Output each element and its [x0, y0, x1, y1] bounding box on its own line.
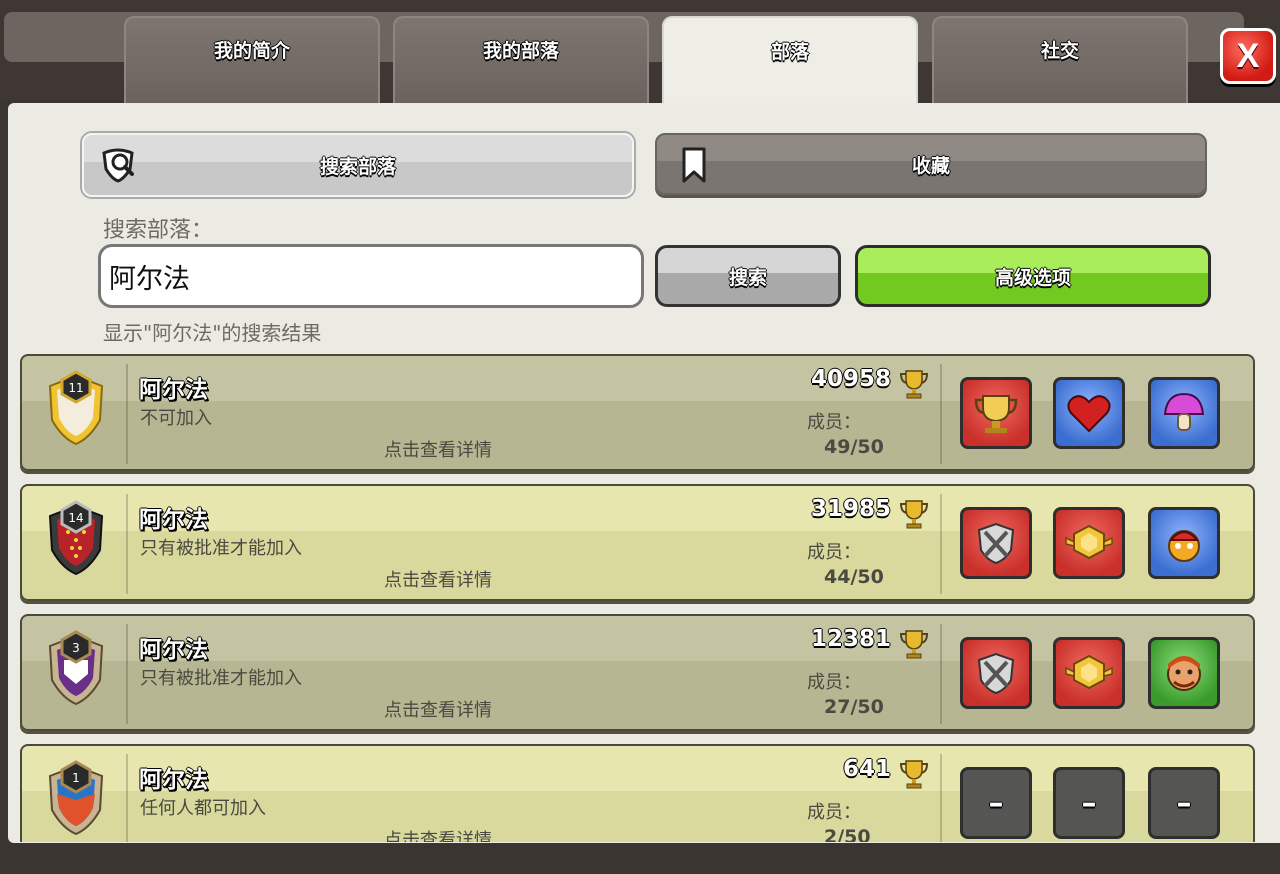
- tab-label: 部落: [770, 40, 809, 63]
- clan-label-tile: [1053, 637, 1125, 709]
- empty-label-icon: –: [1081, 785, 1097, 821]
- view-details-link[interactable]: 点击查看详情: [384, 436, 492, 462]
- mushroom-icon: [1163, 392, 1205, 431]
- clan-label-tile-empty: –: [1148, 767, 1220, 839]
- heart-icon: [1067, 395, 1111, 433]
- clan-name: 阿尔法: [139, 377, 208, 403]
- row-divider: [940, 364, 942, 464]
- empty-label-icon: –: [988, 785, 1004, 821]
- search-button-label: 搜索: [728, 266, 767, 289]
- clan-label-tile: [1148, 637, 1220, 709]
- clan-label-tile: [1148, 377, 1220, 449]
- clan-name: 阿尔法: [139, 767, 208, 793]
- clan-badge-icon: 14: [48, 500, 104, 576]
- clan-label-tile: [960, 377, 1032, 449]
- row-divider: [940, 494, 942, 594]
- clan-trophies: 641: [842, 756, 891, 782]
- balloon-icon: [1168, 530, 1200, 562]
- clan-result-row[interactable]: 11 阿尔法 不可加入 点击查看详情 40958 成员： 49/50: [20, 354, 1255, 471]
- row-divider: [940, 624, 942, 724]
- league-emblem-icon: [1065, 524, 1113, 560]
- favorites-label: 收藏: [911, 154, 950, 177]
- trophy-icon: [899, 630, 929, 659]
- tab-my-clan[interactable]: 我的部落: [393, 16, 649, 106]
- clan-label-tile: [1053, 507, 1125, 579]
- members-label: 成员：: [807, 802, 861, 823]
- member-count: 44/50: [824, 566, 884, 588]
- svg-text:3: 3: [72, 641, 80, 655]
- members-label: 成员：: [807, 412, 861, 433]
- clan-join-type: 只有被批准才能加入: [140, 538, 302, 559]
- search-clans-segment[interactable]: 搜索部落: [82, 133, 634, 197]
- clan-search-input[interactable]: [98, 244, 644, 308]
- clan-label-tile-empty: –: [1053, 767, 1125, 839]
- search-button[interactable]: 搜索: [655, 245, 841, 307]
- tab-label: 我的简介: [213, 39, 290, 62]
- tab-label: 社交: [1040, 39, 1079, 62]
- member-count: 27/50: [824, 696, 884, 718]
- trophy-icon: [899, 760, 929, 789]
- advanced-options-label: 高级选项: [994, 266, 1071, 289]
- clan-name: 阿尔法: [139, 637, 208, 663]
- view-details-link[interactable]: 点击查看详情: [384, 826, 492, 842]
- clan-label-tile-empty: –: [960, 767, 1032, 839]
- row-divider: [126, 494, 128, 594]
- favorites-segment[interactable]: 收藏: [655, 133, 1207, 195]
- clan-trophies: 40958: [810, 366, 891, 392]
- bookmark-icon: [682, 147, 706, 183]
- tab-label: 我的部落: [482, 39, 559, 62]
- search-result-caption: 显示"阿尔法"的搜索结果: [103, 321, 322, 345]
- magnifier-shield-icon: [102, 148, 134, 183]
- advanced-options-button[interactable]: 高级选项: [855, 245, 1211, 307]
- league-emblem-icon: [1065, 654, 1113, 690]
- svg-text:1: 1: [72, 771, 80, 785]
- clan-trophies: 12381: [810, 626, 891, 652]
- svg-text:11: 11: [68, 381, 83, 395]
- close-button[interactable]: X: [1220, 28, 1276, 84]
- row-divider: [126, 754, 128, 842]
- clan-label-tile: [1053, 377, 1125, 449]
- member-count: 2/50: [824, 826, 871, 842]
- clan-name: 阿尔法: [139, 507, 208, 533]
- tab-clans[interactable]: 部落: [662, 16, 918, 108]
- crossed-swords-icon: [977, 522, 1015, 565]
- crossed-swords-icon: [977, 652, 1015, 695]
- trophy-icon: [974, 395, 1018, 433]
- search-clans-label: 搜索部落: [319, 155, 396, 178]
- row-divider: [940, 754, 942, 842]
- clan-label-tile: [960, 637, 1032, 709]
- clan-badge-icon: 11: [48, 370, 104, 446]
- clan-label-tile: [960, 507, 1032, 579]
- clan-join-type: 任何人都可加入: [140, 798, 266, 819]
- view-details-link[interactable]: 点击查看详情: [384, 696, 492, 722]
- clan-result-row[interactable]: 1 阿尔法 任何人都可加入 点击查看详情 641 成员： 2/50 – – –: [20, 744, 1255, 842]
- members-label: 成员：: [807, 672, 861, 693]
- tab-my-profile[interactable]: 我的简介: [124, 16, 380, 106]
- svg-text:14: 14: [68, 511, 83, 525]
- clan-badge-icon: 3: [48, 630, 104, 706]
- trophy-icon: [899, 500, 929, 529]
- trophy-icon: [899, 370, 929, 399]
- empty-label-icon: –: [1176, 785, 1192, 821]
- clan-label-tile: [1148, 507, 1220, 579]
- clan-join-type: 只有被批准才能加入: [140, 668, 302, 689]
- close-icon: X: [1236, 36, 1260, 75]
- clan-result-row[interactable]: 14 阿尔法 只有被批准才能加入 点击查看详情 31985 成员： 44/50: [20, 484, 1255, 601]
- clan-join-type: 不可加入: [140, 408, 212, 429]
- row-divider: [126, 624, 128, 724]
- clan-badge-icon: 1: [48, 760, 104, 836]
- member-count: 49/50: [824, 436, 884, 458]
- clan-results-list[interactable]: 11 阿尔法 不可加入 点击查看详情 40958 成员： 49/50 14 阿尔…: [20, 352, 1265, 842]
- barbarian-face-icon: [1167, 656, 1201, 691]
- row-divider: [126, 364, 128, 464]
- clan-trophies: 31985: [810, 496, 891, 522]
- clan-result-row[interactable]: 3 阿尔法 只有被批准才能加入 点击查看详情 12381 成员： 27/50: [20, 614, 1255, 731]
- search-field-label: 搜索部落：: [103, 218, 214, 243]
- tab-social[interactable]: 社交: [932, 16, 1188, 106]
- view-details-link[interactable]: 点击查看详情: [384, 566, 492, 592]
- members-label: 成员：: [807, 542, 861, 563]
